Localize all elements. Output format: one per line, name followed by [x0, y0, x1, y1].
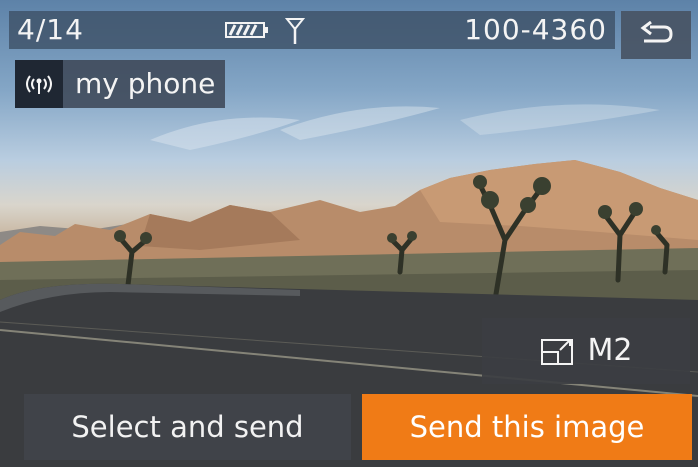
back-button[interactable] [621, 11, 691, 59]
antenna-icon [284, 17, 306, 49]
camera-screen: 4/14 100-4360 my phone M2 Select and sen… [0, 0, 698, 467]
select-and-send-button[interactable]: Select and send [24, 394, 351, 460]
battery-icon [225, 21, 269, 43]
send-this-image-button[interactable]: Send this image [362, 394, 692, 460]
frame-counter: 4/14 [17, 13, 84, 46]
image-size-setting[interactable]: M2 [482, 318, 690, 384]
device-name: my phone [75, 67, 216, 100]
image-size-label: M2 [587, 333, 633, 368]
connected-device: my phone [15, 60, 226, 108]
wifi-signal-icon [15, 60, 63, 108]
image-resize-icon [540, 339, 573, 365]
status-bar: 4/14 100-4360 [9, 11, 615, 49]
file-number: 100-4360 [464, 13, 607, 46]
return-arrow-icon [640, 21, 673, 43]
